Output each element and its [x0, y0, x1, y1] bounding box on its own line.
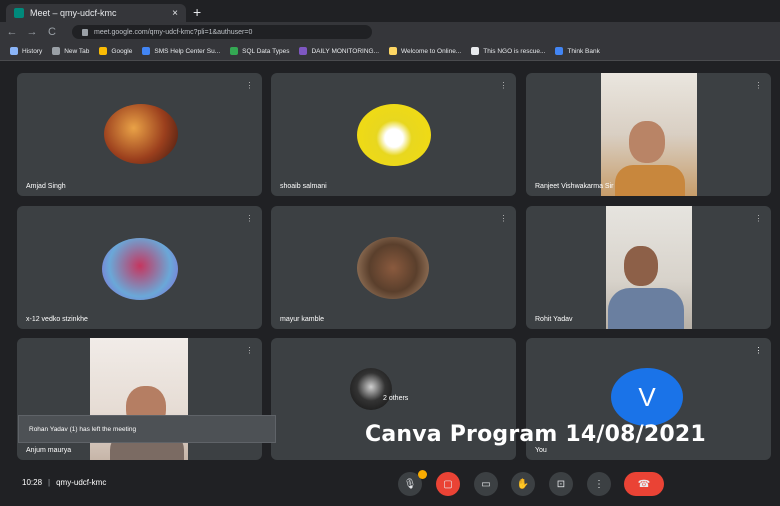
- participant-name: Amjad Singh: [26, 183, 66, 190]
- present-button[interactable]: ⊡: [549, 472, 573, 496]
- participant-video: [606, 206, 692, 329]
- more-options-button[interactable]: ⋮: [587, 472, 611, 496]
- participant-name: Rohit Yadav: [535, 316, 573, 323]
- participant-name: Anjum maurya: [26, 447, 72, 454]
- separator: |: [48, 478, 51, 487]
- participant-tile[interactable]: ⋮ Ranjeet Vishwakarma Sir: [526, 73, 771, 196]
- more-icon: ⋮: [594, 478, 604, 490]
- mic-muted-icon: ⋮: [245, 214, 254, 223]
- bookmark-label: New Tab: [64, 47, 90, 55]
- avatar: [104, 104, 178, 164]
- camera-off-icon: ▢: [443, 478, 453, 490]
- hang-up-icon: ☎: [637, 478, 651, 490]
- participant-tile[interactable]: ⋮ Rohit Yadav: [526, 206, 771, 329]
- mic-muted-icon: ⋮: [754, 214, 763, 223]
- raise-hand-button[interactable]: ✋: [511, 472, 535, 496]
- browser-tab-title: Meet – qmy-udcf-kmc: [30, 8, 117, 18]
- bookmark-label: SQL Data Types: [242, 47, 290, 55]
- bookmark-favicon-icon: [142, 47, 151, 55]
- bookmark-label: DAILY MONITORING...: [311, 47, 380, 55]
- participant-name: x-12 vedko stzinkhe: [26, 316, 88, 323]
- participant-name: Ranjeet Vishwakarma Sir: [535, 183, 614, 190]
- leave-notification: Rohan Yadav (1) has left the meeting: [18, 415, 276, 443]
- bookmarks-bar: History New Tab Google SMS Help Center Su..…: [0, 42, 780, 61]
- lock-icon: [82, 28, 88, 36]
- notification-dot-icon: [418, 470, 427, 479]
- participant-name: mayur kamble: [280, 316, 324, 323]
- bookmark-item[interactable]: Welcome to Online...: [389, 47, 461, 55]
- bookmark-item[interactable]: This NGO is rescue...: [471, 47, 545, 55]
- avatar: [357, 104, 431, 166]
- mic-muted-icon: ⋮: [499, 214, 508, 223]
- reload-button[interactable]: C: [44, 26, 60, 38]
- address-url[interactable]: meet.google.com/qmy-udcf-kmc?pli=1&authu…: [94, 29, 252, 36]
- browser-tab-strip: Meet – qmy-udcf-kmc × +: [0, 0, 780, 22]
- captions-icon: ▭: [481, 478, 491, 490]
- bookmark-item[interactable]: Google: [99, 47, 132, 55]
- more-options-icon[interactable]: ⋮: [754, 346, 763, 355]
- mic-muted-icon: ⋮: [245, 81, 254, 90]
- address-bar[interactable]: meet.google.com/qmy-udcf-kmc?pli=1&authu…: [72, 25, 372, 39]
- bookmark-label: Google: [111, 47, 133, 55]
- avatar: V: [611, 368, 683, 426]
- bookmark-item[interactable]: New Tab: [52, 47, 89, 55]
- bookmark-label: History: [22, 47, 43, 55]
- participant-name: shoaib salmani: [280, 183, 327, 190]
- browser-toolbar: ← → C meet.google.com/qmy-udcf-kmc?pli=1…: [0, 22, 780, 42]
- bookmark-label: Think Bank: [567, 47, 600, 55]
- captions-button[interactable]: ▭: [474, 472, 498, 496]
- hand-icon: ✋: [516, 478, 530, 490]
- meeting-details: 10:28 | qmy-udcf-kmc: [22, 478, 106, 487]
- browser-tab-meet[interactable]: Meet – qmy-udcf-kmc ×: [6, 4, 186, 22]
- avatar: [357, 237, 429, 299]
- video-overlay-text: Canva Program 14/08/2021: [365, 422, 706, 447]
- mic-muted-icon: ⋮: [499, 81, 508, 90]
- participant-tile[interactable]: ⋮ x-12 vedko stzinkhe: [17, 206, 262, 329]
- back-button[interactable]: ←: [4, 26, 20, 38]
- participant-video: [601, 73, 697, 196]
- avatar: [350, 368, 392, 410]
- avatar: [102, 238, 178, 300]
- bookmark-favicon-icon: [10, 47, 18, 55]
- bookmark-favicon-icon: [99, 47, 108, 55]
- bookmark-favicon-icon: [52, 47, 61, 55]
- bookmark-item[interactable]: History: [10, 47, 42, 55]
- bookmark-label: Welcome to Online...: [401, 47, 462, 55]
- participant-grid: ⋮ Amjad Singh ⋮ shoaib salmani ⋮ Ranjeet…: [0, 61, 780, 461]
- bookmark-item[interactable]: Think Bank: [555, 47, 600, 55]
- mic-off-icon: 🎙: [403, 478, 417, 490]
- leave-call-button[interactable]: ☎: [624, 472, 664, 496]
- meeting-time: 10:28: [22, 478, 43, 487]
- mic-muted-icon: ⋮: [754, 81, 763, 90]
- participant-name: You: [535, 447, 547, 454]
- bookmark-favicon-icon: [299, 47, 308, 55]
- bookmark-favicon-icon: [389, 47, 398, 55]
- meet-favicon-icon: [14, 8, 24, 18]
- bookmark-favicon-icon: [471, 47, 480, 55]
- meeting-control-bar: 10:28 | qmy-udcf-kmc 🎙 ▢ ▭ ✋ ⊡ ⋮ ☎: [0, 462, 780, 506]
- bookmark-favicon-icon: [555, 47, 564, 55]
- present-icon: ⊡: [556, 478, 566, 490]
- new-tab-button[interactable]: +: [193, 4, 201, 20]
- camera-button[interactable]: ▢: [436, 472, 460, 496]
- participant-tile[interactable]: ⋮ mayur kamble: [271, 206, 516, 329]
- bookmark-favicon-icon: [230, 47, 239, 55]
- bookmark-label: SMS Help Center Su...: [154, 47, 221, 55]
- meeting-code: qmy-udcf-kmc: [56, 478, 107, 487]
- bookmark-item[interactable]: DAILY MONITORING...: [299, 47, 379, 55]
- bookmark-item[interactable]: SMS Help Center Su...: [142, 47, 220, 55]
- bookmark-item[interactable]: SQL Data Types: [230, 47, 289, 55]
- bookmark-label: This NGO is rescue...: [483, 47, 546, 55]
- notification-text: Rohan Yadav (1) has left the meeting: [29, 425, 137, 433]
- participant-tile[interactable]: ⋮ Amjad Singh: [17, 73, 262, 196]
- participant-name: 2 others: [383, 395, 409, 402]
- mic-muted-icon: ⋮: [245, 346, 254, 355]
- avatar-initial: V: [638, 381, 656, 412]
- participant-tile[interactable]: ⋮ shoaib salmani: [271, 73, 516, 196]
- close-tab-icon[interactable]: ×: [172, 8, 178, 19]
- forward-button[interactable]: →: [24, 26, 40, 38]
